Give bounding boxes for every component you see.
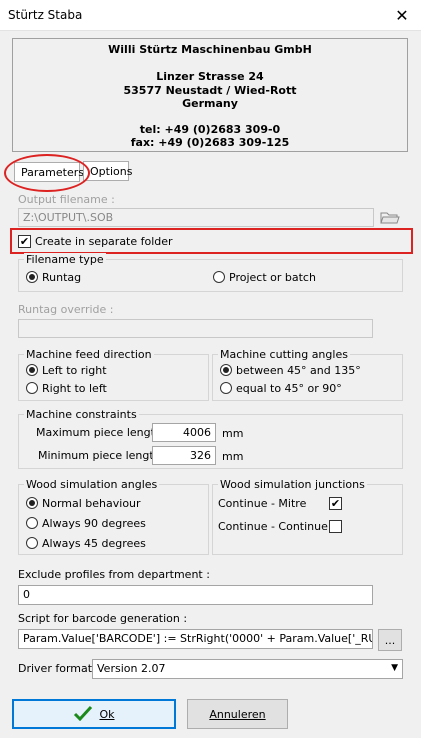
- always-90-radio[interactable]: [26, 517, 38, 529]
- output-filename-field[interactable]: Z:\OUTPUT\.SOB: [18, 208, 374, 227]
- title-bar: Stürtz Staba ✕: [0, 0, 421, 31]
- runtag-override-field[interactable]: [18, 319, 373, 338]
- project-label: Project or batch: [229, 271, 316, 284]
- output-filename-label: Output filename :: [18, 193, 115, 206]
- runtag-radio[interactable]: [26, 271, 38, 283]
- company-country: Germany: [182, 97, 238, 110]
- always-45-label: Always 45 degrees: [42, 537, 146, 550]
- cutting-angles-label: Machine cutting angles: [218, 348, 350, 361]
- company-tel: tel: +49 (0)2683 309-0: [139, 123, 281, 136]
- continue-continue-checkbox[interactable]: [329, 520, 342, 533]
- continue-mitre-checkbox[interactable]: ✔: [329, 497, 342, 510]
- always-90-label: Always 90 degrees: [42, 517, 146, 530]
- script-field[interactable]: Param.Value['BARCODE'] := StrRight('0000…: [18, 629, 373, 649]
- exclude-field[interactable]: 0: [18, 585, 373, 605]
- equal-label: equal to 45° or 90°: [236, 382, 342, 395]
- company-fax: fax: +49 (0)2683 309-125: [130, 136, 290, 149]
- exclude-label: Exclude profiles from department :: [18, 568, 210, 581]
- separate-folder-label: Create in separate folder: [35, 235, 173, 248]
- highlight-ellipse: [4, 154, 90, 192]
- ok-button[interactable]: Ok: [12, 699, 176, 729]
- close-icon[interactable]: ✕: [391, 4, 413, 26]
- sim-angles-label: Wood simulation angles: [24, 478, 160, 491]
- feed-direction-label: Machine feed direction: [24, 348, 154, 361]
- ok-label: Ok: [99, 707, 115, 721]
- min-length-field[interactable]: 326: [152, 446, 216, 465]
- min-length-unit: mm: [222, 450, 244, 463]
- between-radio[interactable]: [220, 364, 232, 376]
- project-radio[interactable]: [213, 271, 225, 283]
- max-length-unit: mm: [222, 427, 244, 440]
- checkmark-icon: [73, 705, 93, 724]
- driver-label: Driver format :: [18, 662, 100, 675]
- script-label: Script for barcode generation :: [18, 612, 188, 625]
- between-label: between 45° and 135°: [236, 364, 361, 377]
- company-street: Linzer Strasse 24: [156, 70, 264, 83]
- max-length-field[interactable]: 4006: [152, 423, 216, 442]
- cancel-button[interactable]: Annuleren: [187, 699, 288, 729]
- company-city: 53577 Neustadt / Wied-Rott: [123, 84, 297, 97]
- left-to-right-radio[interactable]: [26, 364, 38, 376]
- runtag-label: Runtag: [42, 271, 82, 284]
- continue-mitre-label: Continue - Mitre: [218, 497, 307, 510]
- separate-folder-checkbox[interactable]: ✔: [18, 235, 31, 248]
- equal-radio[interactable]: [220, 382, 232, 394]
- normal-behaviour-radio[interactable]: [26, 497, 38, 509]
- company-header: Willi Stürtz Maschinenbau GmbH Linzer St…: [12, 38, 408, 152]
- chevron-down-icon: ▼: [391, 663, 398, 673]
- constraints-label: Machine constraints: [24, 408, 139, 421]
- min-length-label: Minimum piece length :: [38, 449, 168, 462]
- window-title: Stürtz Staba: [8, 8, 83, 22]
- folder-icon[interactable]: [380, 209, 400, 225]
- company-name: Willi Stürtz Maschinenbau GmbH: [108, 43, 312, 56]
- continue-continue-label: Continue - Continue: [218, 520, 328, 533]
- left-to-right-label: Left to right: [42, 364, 107, 377]
- normal-behaviour-label: Normal behaviour: [42, 497, 141, 510]
- cancel-label: Annuleren: [209, 707, 266, 721]
- driver-value: Version 2.07: [97, 662, 166, 675]
- filename-type-label: Filename type: [24, 253, 106, 266]
- right-to-left-label: Right to left: [42, 382, 107, 395]
- always-45-radio[interactable]: [26, 537, 38, 549]
- max-length-label: Maximum piece length :: [36, 426, 170, 439]
- script-browse-button[interactable]: ...: [378, 629, 402, 651]
- driver-select[interactable]: Version 2.07 ▼: [92, 659, 403, 679]
- right-to-left-radio[interactable]: [26, 382, 38, 394]
- runtag-override-label: Runtag override :: [18, 303, 114, 316]
- sim-junctions-label: Wood simulation junctions: [218, 478, 367, 491]
